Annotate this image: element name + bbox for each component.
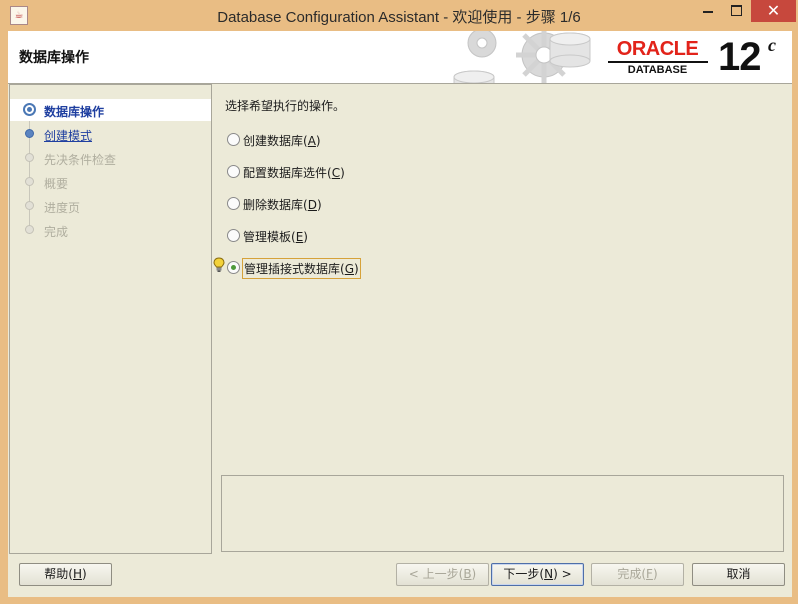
step-item-database-operation[interactable]: 数据库操作 bbox=[10, 99, 211, 121]
radio-button[interactable] bbox=[227, 165, 240, 178]
step-label: 完成 bbox=[44, 225, 69, 239]
close-button[interactable]: ✕ bbox=[751, 0, 796, 22]
maximize-button[interactable] bbox=[722, 0, 751, 22]
step-navigation: 数据库操作 创建模式 先决条件检查 概要 进度页 完成 bbox=[9, 84, 212, 554]
lightbulb-hint-icon bbox=[213, 257, 225, 272]
radio-button[interactable] bbox=[227, 133, 240, 146]
current-step-icon bbox=[23, 103, 36, 116]
option-label[interactable]: 删除数据库(D) bbox=[242, 196, 323, 213]
option-label[interactable]: 创建数据库(A) bbox=[242, 132, 322, 149]
gears-icon bbox=[453, 31, 591, 83]
step-dot-icon bbox=[25, 225, 34, 234]
step-item-progress: 进度页 bbox=[10, 195, 211, 217]
next-button[interactable]: 下一步(N) > bbox=[491, 563, 584, 586]
radio-button[interactable] bbox=[227, 229, 240, 242]
client-area: 数据库操作 ORACLE DATABASE 12 c 数据库操作 创建模式 先决… bbox=[8, 31, 792, 597]
window-title: Database Configuration Assistant - 欢迎使用 … bbox=[217, 9, 581, 26]
step-label: 先决条件检查 bbox=[44, 153, 117, 167]
step-label: 创建模式 bbox=[44, 129, 93, 143]
cancel-button[interactable]: 取消 bbox=[692, 563, 785, 586]
step-dot-icon bbox=[25, 177, 34, 186]
description-panel bbox=[221, 475, 784, 552]
step-item-creation-mode[interactable]: 创建模式 bbox=[10, 123, 211, 145]
version-number: 12 bbox=[718, 35, 761, 79]
database-label: DATABASE bbox=[627, 64, 688, 76]
version-suffix: c bbox=[768, 35, 776, 55]
page-title: 数据库操作 bbox=[19, 50, 89, 66]
finish-button[interactable]: 完成(F) bbox=[591, 563, 684, 586]
step-dot-icon bbox=[25, 153, 34, 162]
title-bar[interactable]: ☕ Database Configuration Assistant - 欢迎使… bbox=[0, 0, 798, 31]
maximize-icon bbox=[731, 5, 742, 16]
radio-button-selected[interactable] bbox=[227, 261, 240, 274]
step-label: 数据库操作 bbox=[44, 105, 105, 119]
step-label: 概要 bbox=[44, 177, 69, 191]
oracle-logo: ORACLE DATABASE bbox=[606, 39, 709, 77]
help-button[interactable]: 帮助(H) bbox=[19, 563, 112, 586]
option-label[interactable]: 管理插接式数据库(G) bbox=[242, 258, 361, 279]
main-content: 选择希望执行的操作。 创建数据库(A) 配置数据库选件(C) 删除数据库(D) … bbox=[211, 84, 792, 552]
oracle-wordmark: ORACLE bbox=[616, 38, 699, 60]
step-label: 进度页 bbox=[44, 201, 81, 215]
header-banner: 数据库操作 ORACLE DATABASE 12 c bbox=[8, 31, 792, 84]
step-dot-icon bbox=[25, 129, 34, 138]
option-label[interactable]: 配置数据库选件(C) bbox=[242, 164, 346, 181]
minimize-button[interactable] bbox=[693, 0, 722, 22]
logo-divider bbox=[608, 61, 708, 63]
instruction-text: 选择希望执行的操作。 bbox=[225, 99, 346, 113]
back-button[interactable]: < 上一步(B) bbox=[396, 563, 489, 586]
step-item-finish: 完成 bbox=[10, 219, 211, 241]
step-item-summary: 概要 bbox=[10, 171, 211, 193]
step-item-prerequisite-checks: 先决条件检查 bbox=[10, 147, 211, 169]
radio-button[interactable] bbox=[227, 197, 240, 210]
step-dot-icon bbox=[25, 201, 34, 210]
minimize-icon bbox=[703, 11, 713, 13]
close-icon: ✕ bbox=[766, 1, 781, 20]
option-label[interactable]: 管理模板(E) bbox=[242, 228, 309, 245]
dbca-window: ☕ Database Configuration Assistant - 欢迎使… bbox=[0, 0, 798, 604]
